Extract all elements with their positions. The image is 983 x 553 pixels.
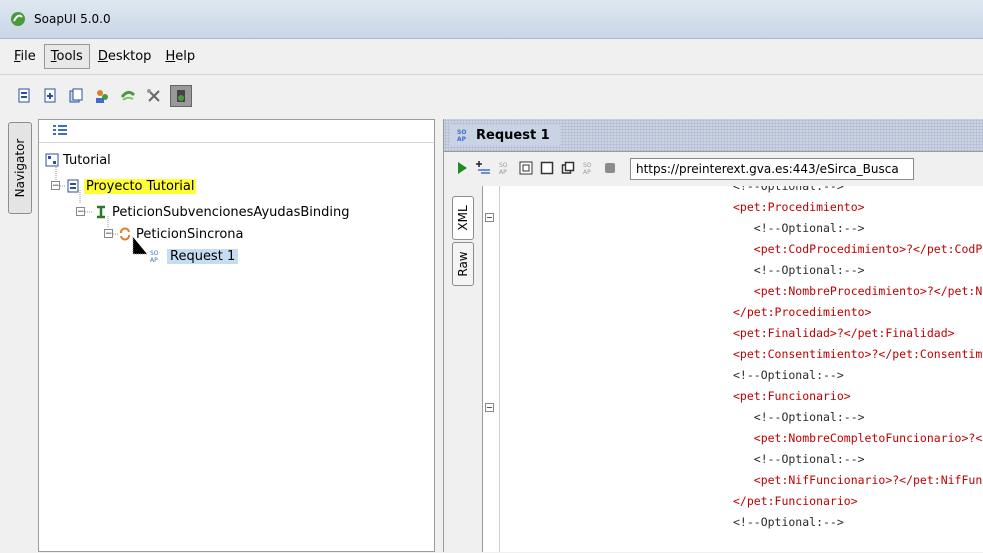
tree-node-workspace[interactable]: Tutorial bbox=[45, 150, 111, 170]
menu-bar: File Tools Desktop Help bbox=[0, 39, 983, 75]
xml-line: <pet:Procedimiento> bbox=[733, 200, 865, 214]
tree-node-workspace-label: Tutorial bbox=[63, 152, 111, 168]
workspace-node-icon bbox=[45, 153, 59, 167]
xml-line: <pet:NombreCompletoFuncionario>?</pet:No… bbox=[753, 431, 983, 445]
xml-line: <!--Optional:--> bbox=[733, 186, 844, 193]
menu-help[interactable]: Help bbox=[159, 45, 201, 68]
tree-node-interface[interactable]: PeticionSubvencionesAyudasBinding bbox=[94, 202, 350, 222]
operation-node-icon bbox=[118, 227, 132, 241]
request-toolbar: SO AP SO AP https://preinterext.gva.es:443… bbox=[444, 152, 983, 186]
svg-text:AP: AP bbox=[499, 169, 507, 175]
xml-line: <!--Optional:--> bbox=[733, 221, 865, 235]
menu-tools-label: ools bbox=[56, 49, 83, 64]
tree-node-interface-label: PeticionSubvencionesAyudasBinding bbox=[112, 204, 350, 220]
tree-node-request-label: Request 1 bbox=[167, 248, 239, 264]
tab-xml[interactable]: XML bbox=[452, 196, 474, 240]
tree-node-operation[interactable]: PeticionSincrona bbox=[118, 224, 244, 244]
fold-gutter bbox=[499, 186, 500, 552]
split-divider[interactable] bbox=[435, 119, 443, 552]
monitor-icon[interactable] bbox=[170, 85, 192, 107]
save-all-icon[interactable] bbox=[66, 86, 86, 106]
tree-node-request[interactable]: SO AP Request 1 bbox=[149, 246, 239, 266]
soap-ws-icon[interactable]: SO AP bbox=[582, 161, 596, 178]
svg-text:SO: SO bbox=[583, 162, 592, 169]
xml-line: <pet:NifFuncionario>?</pet:NifFuncionari… bbox=[753, 473, 983, 487]
clone-request-icon[interactable]: SO AP bbox=[498, 161, 512, 178]
tab-raw-label: Raw bbox=[456, 251, 470, 277]
soapui-logo-icon bbox=[10, 11, 26, 27]
submit-request-icon[interactable] bbox=[456, 161, 468, 178]
project-node-icon bbox=[66, 179, 80, 193]
svg-text:AP: AP bbox=[150, 257, 158, 263]
xml-line: <pet:Consentimiento>?</pet:Consentimient… bbox=[733, 347, 983, 361]
endpoint-url-value: https://preinterext.gva.es:443/eSirca_Bu… bbox=[636, 162, 899, 176]
operation-expander[interactable]: − bbox=[104, 229, 113, 239]
svg-text:SO: SO bbox=[457, 129, 466, 136]
tree-node-project[interactable]: Proyecto Tutorial bbox=[66, 176, 197, 196]
xml-line: <!--Optional:--> bbox=[733, 452, 865, 466]
tab-raw[interactable]: Raw bbox=[452, 242, 474, 286]
xml-line: <pet:NombreProcedimiento>?</pet:NombrePr… bbox=[753, 284, 983, 298]
navigator-panel: Tutorial − Proyecto Tutorial − PeticionS… bbox=[38, 119, 435, 552]
import-project-icon[interactable] bbox=[40, 86, 60, 106]
xml-line: <!--Optional:--> bbox=[733, 368, 844, 382]
navigator-tab-label: Navigator bbox=[13, 138, 27, 198]
menu-desktop-mnemonic: D bbox=[97, 49, 108, 64]
soap-title-icon: SO AP bbox=[456, 128, 470, 142]
menu-help-mnemonic: H bbox=[165, 49, 176, 64]
xml-line: <!--Optional:--> bbox=[733, 515, 844, 529]
xml-line: </pet:Procedimiento> bbox=[733, 305, 872, 319]
tree-node-project-label: Proyecto Tutorial bbox=[84, 178, 197, 194]
interface-expander[interactable]: − bbox=[76, 207, 85, 217]
window-titlebar: SoapUI 5.0.0 bbox=[0, 0, 983, 39]
xml-line: <!--Optional:--> bbox=[733, 263, 865, 277]
xml-line: <pet:CodProcedimiento>?</pet:CodProcedim… bbox=[753, 242, 983, 256]
window-title: SoapUI 5.0.0 bbox=[34, 12, 111, 26]
svg-text:SO: SO bbox=[150, 250, 159, 257]
add-header-icon[interactable] bbox=[475, 160, 491, 179]
endpoint-url-field[interactable]: https://preinterext.gva.es:443/eSirca_Bu… bbox=[630, 158, 914, 180]
xml-line: <!--Optional:--> bbox=[733, 410, 865, 424]
svg-text:SO: SO bbox=[499, 162, 508, 169]
maximize-editor-icon[interactable] bbox=[540, 161, 554, 178]
svg-text:AP: AP bbox=[583, 169, 591, 175]
soap-request-icon: SO AP bbox=[149, 249, 163, 263]
project-expander[interactable]: − bbox=[51, 181, 60, 191]
tab-xml-label: XML bbox=[456, 205, 470, 231]
svg-text:AP: AP bbox=[457, 136, 467, 142]
menu-help-label: elp bbox=[175, 49, 196, 64]
fold-toggle-funcionario[interactable] bbox=[485, 403, 494, 412]
new-project-icon[interactable] bbox=[14, 86, 34, 106]
xml-line: <pet:Funcionario> bbox=[733, 389, 851, 403]
request-title: Request 1 bbox=[476, 127, 550, 143]
menu-desktop[interactable]: Desktop bbox=[92, 45, 158, 68]
menu-file-label: ile bbox=[20, 49, 36, 64]
soapui-icon[interactable] bbox=[118, 86, 138, 106]
fold-toggle-procedimiento[interactable] bbox=[485, 213, 494, 222]
xml-editor[interactable]: <!--Optional:--> <pet:Procedimiento> <!--… bbox=[482, 186, 983, 552]
split-editor-icon[interactable] bbox=[561, 161, 575, 178]
menu-desktop-label: esktop bbox=[107, 49, 152, 64]
preferences-icon[interactable] bbox=[144, 86, 164, 106]
workspace-icon[interactable] bbox=[92, 86, 112, 106]
request-editor-panel: SO AP Request 1 SO AP SO AP https://preinte… bbox=[443, 119, 983, 552]
main-toolbar bbox=[0, 76, 983, 116]
stop-request-icon[interactable] bbox=[603, 161, 617, 178]
navigator-tab[interactable]: Navigator bbox=[8, 122, 32, 214]
format-xml-icon[interactable] bbox=[519, 161, 533, 178]
interface-node-icon bbox=[94, 205, 108, 219]
request-titlebar: SO AP Request 1 bbox=[444, 119, 983, 152]
tree-node-operation-label: PeticionSincrona bbox=[136, 226, 244, 242]
menu-file[interactable]: File bbox=[8, 45, 42, 68]
xml-line: </pet:Funcionario> bbox=[733, 494, 858, 508]
xml-line: <pet:Finalidad>?</pet:Finalidad> bbox=[733, 326, 955, 340]
menu-tools[interactable]: Tools bbox=[43, 44, 90, 69]
editor-view-tabs: XML Raw bbox=[452, 196, 474, 286]
request-title-box: SO AP Request 1 bbox=[450, 125, 560, 145]
